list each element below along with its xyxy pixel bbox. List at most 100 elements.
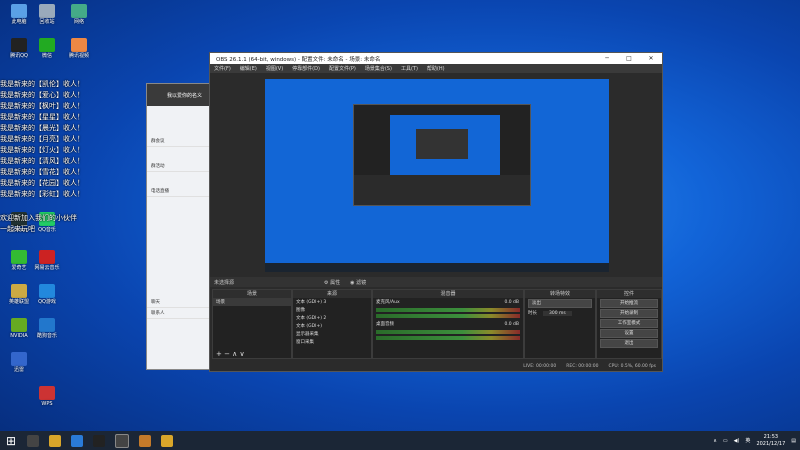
filters-button[interactable]: ◉ 滤镜 [350, 279, 366, 286]
obs-taskbar-icon[interactable] [115, 433, 129, 448]
app-taskbar-icon[interactable] [139, 434, 151, 447]
qq-item[interactable]: 电话直播 [147, 186, 211, 197]
recycle-bin-icon [39, 4, 55, 18]
overlay-line: 我是新来的【彩虹】收人！ [0, 190, 84, 198]
obs-window[interactable]: OBS 26.1.1 (64-bit, windows) - 配置文件: 未命名… [209, 52, 663, 372]
obs-preview[interactable] [265, 79, 609, 272]
wechat-icon [39, 38, 55, 52]
exit-button[interactable]: 退出 [600, 339, 658, 348]
network-icon [71, 4, 87, 18]
transitions-dock-title: 转场特效 [525, 290, 595, 298]
qq-item[interactable]: 群活动 [147, 161, 211, 172]
obs-title: OBS 26.1.1 (64-bit, windows) - 配置文件: 未命名… [216, 56, 381, 63]
overlay-line: 我是新来的【灯火】收人！ [0, 146, 84, 154]
scenes-dock-title: 场景 [213, 290, 291, 298]
volume-slider[interactable] [376, 336, 520, 340]
game-icon [11, 284, 27, 298]
obs-menubar: 文件(F) 编辑(E) 视图(V) 停靠部件(D) 配置文件(P) 场景集合(S… [210, 64, 662, 73]
cpu-status: CPU: 0.5%, 60.00 fps [608, 363, 657, 369]
input-language[interactable]: 英 [745, 437, 750, 444]
source-item[interactable]: 文本 (GDI+) 2 [293, 314, 371, 322]
notification-icon[interactable]: ▤ [791, 438, 796, 444]
desktop-icon-13[interactable]: 酷狗音乐 [30, 318, 64, 339]
overlay-line: 我是新来的【晨光】收人！ [0, 124, 84, 132]
source-item[interactable]: 文本 (GDI+) 3 [293, 298, 371, 306]
duration-input[interactable]: 300 ms [543, 310, 572, 316]
start-recording-button[interactable]: 开始录制 [600, 309, 658, 318]
qq-title: 我以爱你的名义 [167, 92, 203, 99]
edge-icon[interactable] [71, 434, 83, 447]
clock[interactable]: 21:53 2021/12/17 [756, 434, 785, 448]
minimize-icon[interactable]: ─ [596, 55, 618, 62]
menu-scene-collection[interactable]: 场景集合(S) [365, 65, 392, 72]
nested-preview-inner [390, 115, 500, 175]
source-item[interactable]: 文本 (GDI+) [293, 322, 371, 330]
volume-icon[interactable]: ◀) [734, 438, 740, 444]
sources-dock-title: 来源 [293, 290, 371, 298]
network-tray-icon[interactable]: ▭ [723, 438, 728, 444]
maximize-icon[interactable]: □ [618, 55, 640, 62]
netease-music-icon [39, 250, 55, 264]
qq-header: 我以爱你的名义 [147, 84, 211, 106]
audio-meter [376, 308, 520, 312]
computer-icon [11, 4, 27, 18]
desktop-icon-1[interactable]: 回收站 [30, 4, 64, 25]
studio-mode-button[interactable]: 工作室模式 [600, 319, 658, 328]
source-item[interactable]: 显示器采集 [293, 330, 371, 338]
scenes-dock: 场景 场景 + − ∧ ∨ [212, 289, 292, 359]
nvidia-icon [11, 318, 27, 332]
wps-icon [39, 386, 55, 400]
source-item[interactable]: 图像 [293, 306, 371, 314]
menu-docks[interactable]: 停靠部件(D) [292, 65, 320, 72]
overlay-line: 我是新来的【星星】收人！ [0, 113, 84, 121]
mixer-track: 桌面音频 0.0 dB [376, 321, 519, 328]
desktop-icon-14[interactable]: 迅雷 [2, 352, 36, 373]
close-icon[interactable]: ✕ [640, 55, 662, 62]
properties-button[interactable]: ⚙ 属性 [324, 279, 340, 286]
transitions-dock: 转场特效 淡出 时长 300 ms [524, 289, 596, 359]
menu-profile[interactable]: 配置文件(P) [329, 65, 356, 72]
file-explorer-icon[interactable] [49, 434, 61, 447]
desktop-icon-11[interactable]: QQ游戏 [30, 284, 64, 305]
desktop-icon-15[interactable]: WPS [30, 386, 64, 407]
qq-window[interactable]: 我以爱你的名义 群会议 群活动 电话直播 聊天 联系人 [146, 83, 212, 370]
obs-statusbar: LIVE: 00:00:00 REC: 00:00:00 CPU: 0.5%, … [210, 361, 662, 371]
search-icon[interactable] [27, 434, 39, 447]
menu-tools[interactable]: 工具(T) [401, 65, 418, 72]
menu-help[interactable]: 帮助(H) [427, 65, 445, 72]
controls-dock-title: 控件 [597, 290, 661, 298]
chevron-up-icon[interactable]: ∧ [713, 438, 717, 444]
controls-dock: 控件 开始推流 开始录制 工作室模式 设置 退出 [596, 289, 662, 359]
qq-icon [11, 38, 27, 52]
folder-taskbar-icon[interactable] [161, 434, 173, 447]
overlay-line: 我是新来的【雪花】收人！ [0, 168, 84, 176]
qq-taskbar-icon[interactable] [93, 434, 105, 447]
sources-dock: 来源 文本 (GDI+) 3 图像 文本 (GDI+) 2 文本 (GDI+) … [292, 289, 372, 359]
live-status: LIVE: 00:00:00 [523, 363, 557, 369]
mixer-track: 麦克风/Aux 0.0 dB [376, 299, 519, 306]
nested-taskbar [265, 263, 609, 272]
settings-button[interactable]: 设置 [600, 329, 658, 338]
overlay-line: 欢迎新加入我们的小伙伴 [0, 214, 77, 222]
desktop-icon-2[interactable]: 网络 [62, 4, 96, 25]
desktop-icon-5[interactable]: 腾讯视频 [62, 38, 96, 59]
transition-select[interactable]: 淡出 [528, 299, 592, 308]
qq-item[interactable]: 群会议 [147, 136, 211, 147]
menu-view[interactable]: 视图(V) [266, 65, 283, 72]
start-streaming-button[interactable]: 开始推流 [600, 299, 658, 308]
start-icon[interactable]: ⊞ [5, 435, 17, 447]
menu-file[interactable]: 文件(F) [214, 65, 231, 72]
duration-row: 时长 300 ms [525, 309, 595, 317]
audio-meter [376, 330, 520, 334]
scene-item[interactable]: 场景 [213, 298, 291, 306]
menu-edit[interactable]: 编辑(E) [240, 65, 257, 72]
volume-slider[interactable] [376, 314, 520, 318]
nested-preview [353, 104, 531, 206]
desktop-icon-9[interactable]: 网易云音乐 [30, 250, 64, 271]
qq-item[interactable]: 聊天 [147, 297, 211, 308]
mixer-dock-title: 混音器 [373, 290, 523, 298]
qq-item[interactable]: 联系人 [147, 308, 211, 319]
desktop-icon-4[interactable]: 微信 [30, 38, 64, 59]
source-item[interactable]: 窗口采集 [293, 338, 371, 346]
scene-controls[interactable]: + − ∧ ∨ [213, 350, 245, 358]
